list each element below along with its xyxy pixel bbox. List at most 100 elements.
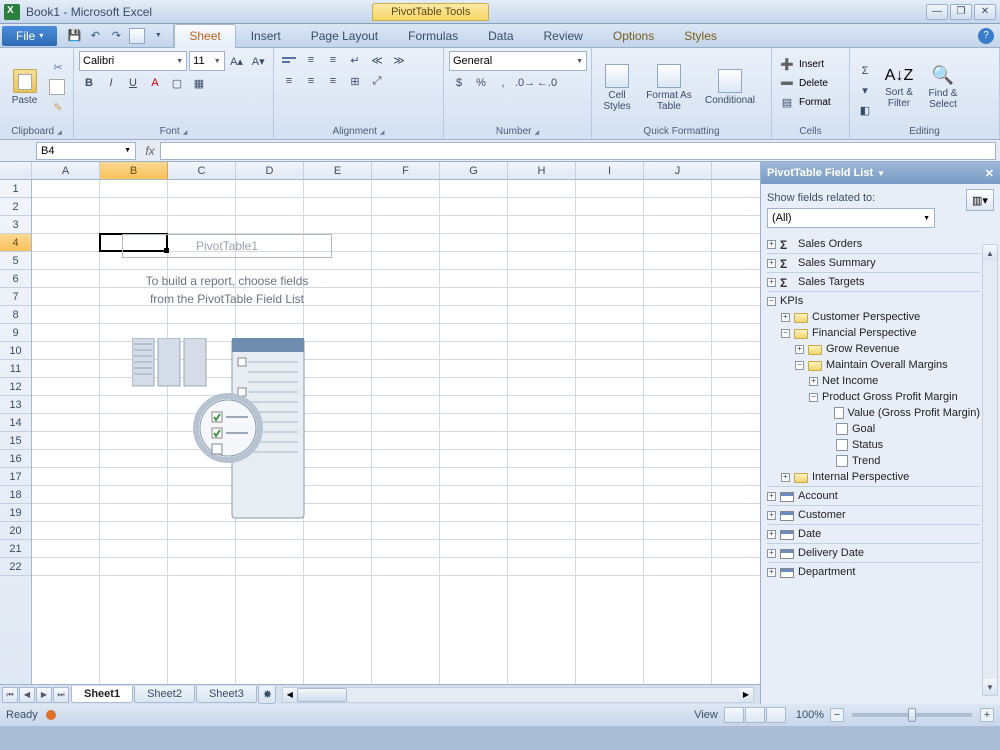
row-header-13[interactable]: 13	[0, 396, 31, 414]
tree-pgpm[interactable]: −Product Gross Profit Margin	[767, 389, 980, 405]
sort-filter-button[interactable]: A↓ZSort & Filter	[879, 51, 919, 124]
col-header-j[interactable]: J	[644, 162, 712, 179]
undo-icon[interactable]: ↶	[86, 27, 104, 45]
col-header-h[interactable]: H	[508, 162, 576, 179]
row-header-1[interactable]: 1	[0, 180, 31, 198]
wrap-text-icon[interactable]: ↵	[345, 51, 365, 69]
font-color-button[interactable]: A	[145, 74, 165, 92]
row-header-17[interactable]: 17	[0, 468, 31, 486]
redo-icon[interactable]: ↷	[107, 27, 125, 45]
row-header-2[interactable]: 2	[0, 198, 31, 216]
row-header-4[interactable]: 4	[0, 234, 31, 252]
tab-first-icon[interactable]: ⏮	[2, 687, 18, 703]
conditional-button[interactable]: Conditional	[701, 51, 759, 124]
underline-button[interactable]: U	[123, 74, 143, 92]
panel-close-icon[interactable]: ✕	[985, 167, 994, 180]
sheet-tab-3[interactable]: Sheet3	[196, 686, 257, 703]
col-header-c[interactable]: C	[168, 162, 236, 179]
new-sheet-icon[interactable]: ✸	[258, 686, 276, 704]
tree-customer[interactable]: +Customer	[767, 507, 980, 525]
row-header-19[interactable]: 19	[0, 504, 31, 522]
row-header-9[interactable]: 9	[0, 324, 31, 342]
tree-grow-revenue[interactable]: +Grow Revenue	[767, 341, 980, 357]
align-left-icon[interactable]: ≡	[279, 72, 299, 90]
col-header-b[interactable]: B	[100, 162, 168, 179]
find-select-button[interactable]: 🔍Find & Select	[923, 51, 963, 124]
format-as-table-button[interactable]: Format As Table	[641, 51, 697, 124]
row-header-8[interactable]: 8	[0, 306, 31, 324]
col-header-g[interactable]: G	[440, 162, 508, 179]
col-header-a[interactable]: A	[32, 162, 100, 179]
align-top-icon[interactable]	[279, 51, 299, 69]
increase-decimal-icon[interactable]: .0→	[515, 74, 535, 92]
merge-cells-icon[interactable]: ⊞	[345, 72, 365, 90]
group-label-alignment[interactable]: Alignment	[279, 124, 438, 139]
font-name-combo[interactable]: Calibri▼	[79, 51, 187, 71]
horizontal-scrollbar[interactable]: ◀ ▶	[282, 687, 754, 703]
row-header-5[interactable]: 5	[0, 252, 31, 270]
tree-maintain-margins[interactable]: −Maintain Overall Margins	[767, 357, 980, 373]
print-icon[interactable]	[128, 27, 146, 45]
paste-button[interactable]: Paste	[5, 51, 44, 124]
col-header-f[interactable]: F	[372, 162, 440, 179]
indent-increase-icon[interactable]: ≫	[389, 51, 409, 69]
row-header-11[interactable]: 11	[0, 360, 31, 378]
tab-formulas[interactable]: Formulas	[393, 24, 473, 48]
view-page-break-icon[interactable]	[766, 707, 786, 723]
tab-next-icon[interactable]: ▶	[36, 687, 52, 703]
bold-button[interactable]: B	[79, 74, 99, 92]
copy-icon[interactable]	[48, 79, 68, 97]
clear-icon[interactable]: ◧	[855, 102, 875, 120]
panel-layout-button[interactable]: ▥▾	[966, 189, 994, 211]
row-header-18[interactable]: 18	[0, 486, 31, 504]
indent-decrease-icon[interactable]: ≪	[367, 51, 387, 69]
format-painter-icon[interactable]: ✎	[48, 99, 68, 117]
row-header-21[interactable]: 21	[0, 540, 31, 558]
tree-department[interactable]: +Department	[767, 564, 980, 580]
comma-icon[interactable]: ,	[493, 74, 513, 92]
font-size-combo[interactable]: 11▼	[189, 51, 225, 71]
sheet-tab-2[interactable]: Sheet2	[134, 686, 195, 703]
zoom-slider[interactable]	[852, 713, 972, 717]
tree-date[interactable]: +Date	[767, 526, 980, 544]
tree-status[interactable]: Status	[767, 437, 980, 453]
tab-last-icon[interactable]: ⏭	[53, 687, 69, 703]
row-header-10[interactable]: 10	[0, 342, 31, 360]
group-label-clipboard[interactable]: Clipboard	[5, 124, 68, 139]
tab-options[interactable]: Options	[598, 24, 669, 48]
tree-sales-summary[interactable]: +ΣSales Summary	[767, 255, 980, 273]
align-right-icon[interactable]: ≡	[323, 72, 343, 90]
file-menu[interactable]: File	[2, 26, 57, 46]
currency-icon[interactable]: $	[449, 74, 469, 92]
tab-page-layout[interactable]: Page Layout	[296, 24, 393, 48]
select-all-button[interactable]	[0, 162, 32, 179]
col-header-e[interactable]: E	[304, 162, 372, 179]
zoom-in-button[interactable]: +	[980, 708, 994, 722]
zoom-out-button[interactable]: −	[830, 708, 844, 722]
align-bottom-icon[interactable]: ≡	[323, 51, 343, 69]
row-header-20[interactable]: 20	[0, 522, 31, 540]
insert-cells-button[interactable]: ➕Insert	[777, 55, 844, 73]
autosum-icon[interactable]: Σ	[855, 62, 875, 80]
fill-color-button[interactable]: ▢	[167, 74, 187, 92]
macro-record-icon[interactable]	[46, 710, 56, 720]
row-header-12[interactable]: 12	[0, 378, 31, 396]
tab-sheet[interactable]: Sheet	[174, 24, 235, 48]
cut-icon[interactable]: ✂	[48, 59, 68, 77]
align-center-icon[interactable]: ≡	[301, 72, 321, 90]
formula-input[interactable]	[160, 142, 996, 160]
row-header-15[interactable]: 15	[0, 432, 31, 450]
tree-delivery-date[interactable]: +Delivery Date	[767, 545, 980, 563]
tree-goal[interactable]: Goal	[767, 421, 980, 437]
save-icon[interactable]: 💾	[65, 27, 83, 45]
cell-styles-button[interactable]: Cell Styles	[597, 51, 637, 124]
row-header-3[interactable]: 3	[0, 216, 31, 234]
scroll-down-icon[interactable]: ▼	[983, 679, 997, 695]
group-label-font[interactable]: Font	[79, 124, 268, 139]
view-normal-icon[interactable]	[724, 707, 744, 723]
tree-account[interactable]: +Account	[767, 488, 980, 506]
tree-value[interactable]: Value (Gross Profit Margin)	[767, 405, 980, 421]
tree-financial-perspective[interactable]: −Financial Perspective	[767, 325, 980, 341]
italic-button[interactable]: I	[101, 74, 121, 92]
close-button[interactable]: ✕	[974, 4, 996, 20]
